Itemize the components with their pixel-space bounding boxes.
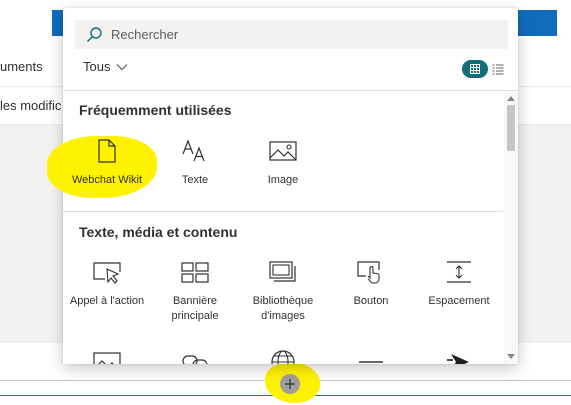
webpart-stream-row3[interactable] <box>415 350 503 364</box>
webpart-picker-panel: Tous Fréquemment utilisées Webchat Wikit <box>47 8 518 364</box>
globe-icon <box>271 350 295 364</box>
add-webpart-button[interactable] <box>280 374 300 394</box>
filter-dropdown[interactable]: Tous <box>83 59 128 74</box>
webpart-webchat-wikit[interactable]: Webchat Wikit <box>63 139 151 188</box>
webpart-grid-overflow <box>63 212 503 364</box>
webpart-label: Webchat Wikit <box>71 174 143 186</box>
header-divider <box>63 90 518 91</box>
image-icon <box>269 141 297 161</box>
webpart-image[interactable]: Image <box>239 139 327 188</box>
section-title-frequent: Fréquemment utilisées <box>79 102 232 118</box>
scroll-thumb[interactable] <box>507 105 515 151</box>
webpart-texte[interactable]: Texte <box>151 139 239 188</box>
chevron-down-icon <box>117 63 128 70</box>
webpart-label: Texte <box>181 174 209 186</box>
list-view-icon <box>492 64 504 74</box>
list-view-button[interactable] <box>490 61 506 77</box>
grid-view-button[interactable] <box>462 60 488 78</box>
scroll-down-arrow[interactable] <box>507 354 515 359</box>
webpart-divider-row3[interactable] <box>327 350 415 364</box>
panel-scrollbar[interactable] <box>504 91 518 364</box>
view-toggle <box>462 60 506 78</box>
webpart-globe-row3[interactable] <box>239 350 327 364</box>
divider-icon <box>359 361 383 363</box>
grid-view-icon <box>470 64 480 74</box>
nav-documents-link[interactable]: uments <box>0 59 43 74</box>
stream-icon <box>447 354 469 364</box>
text-icon <box>182 139 205 162</box>
webpart-image-row3[interactable] <box>63 350 151 364</box>
webpart-label: Image <box>267 174 299 186</box>
scroll-up-arrow[interactable] <box>507 96 515 101</box>
modified-text: les modific <box>0 98 62 113</box>
search-input[interactable] <box>109 26 493 43</box>
webpart-link-row3[interactable] <box>151 350 239 364</box>
search-icon <box>87 26 102 42</box>
search-box[interactable] <box>75 20 508 49</box>
document-icon <box>98 139 116 163</box>
filter-label: Tous <box>83 59 111 74</box>
plus-icon <box>285 379 295 389</box>
link-icon <box>182 355 208 364</box>
image-icon <box>93 352 121 364</box>
